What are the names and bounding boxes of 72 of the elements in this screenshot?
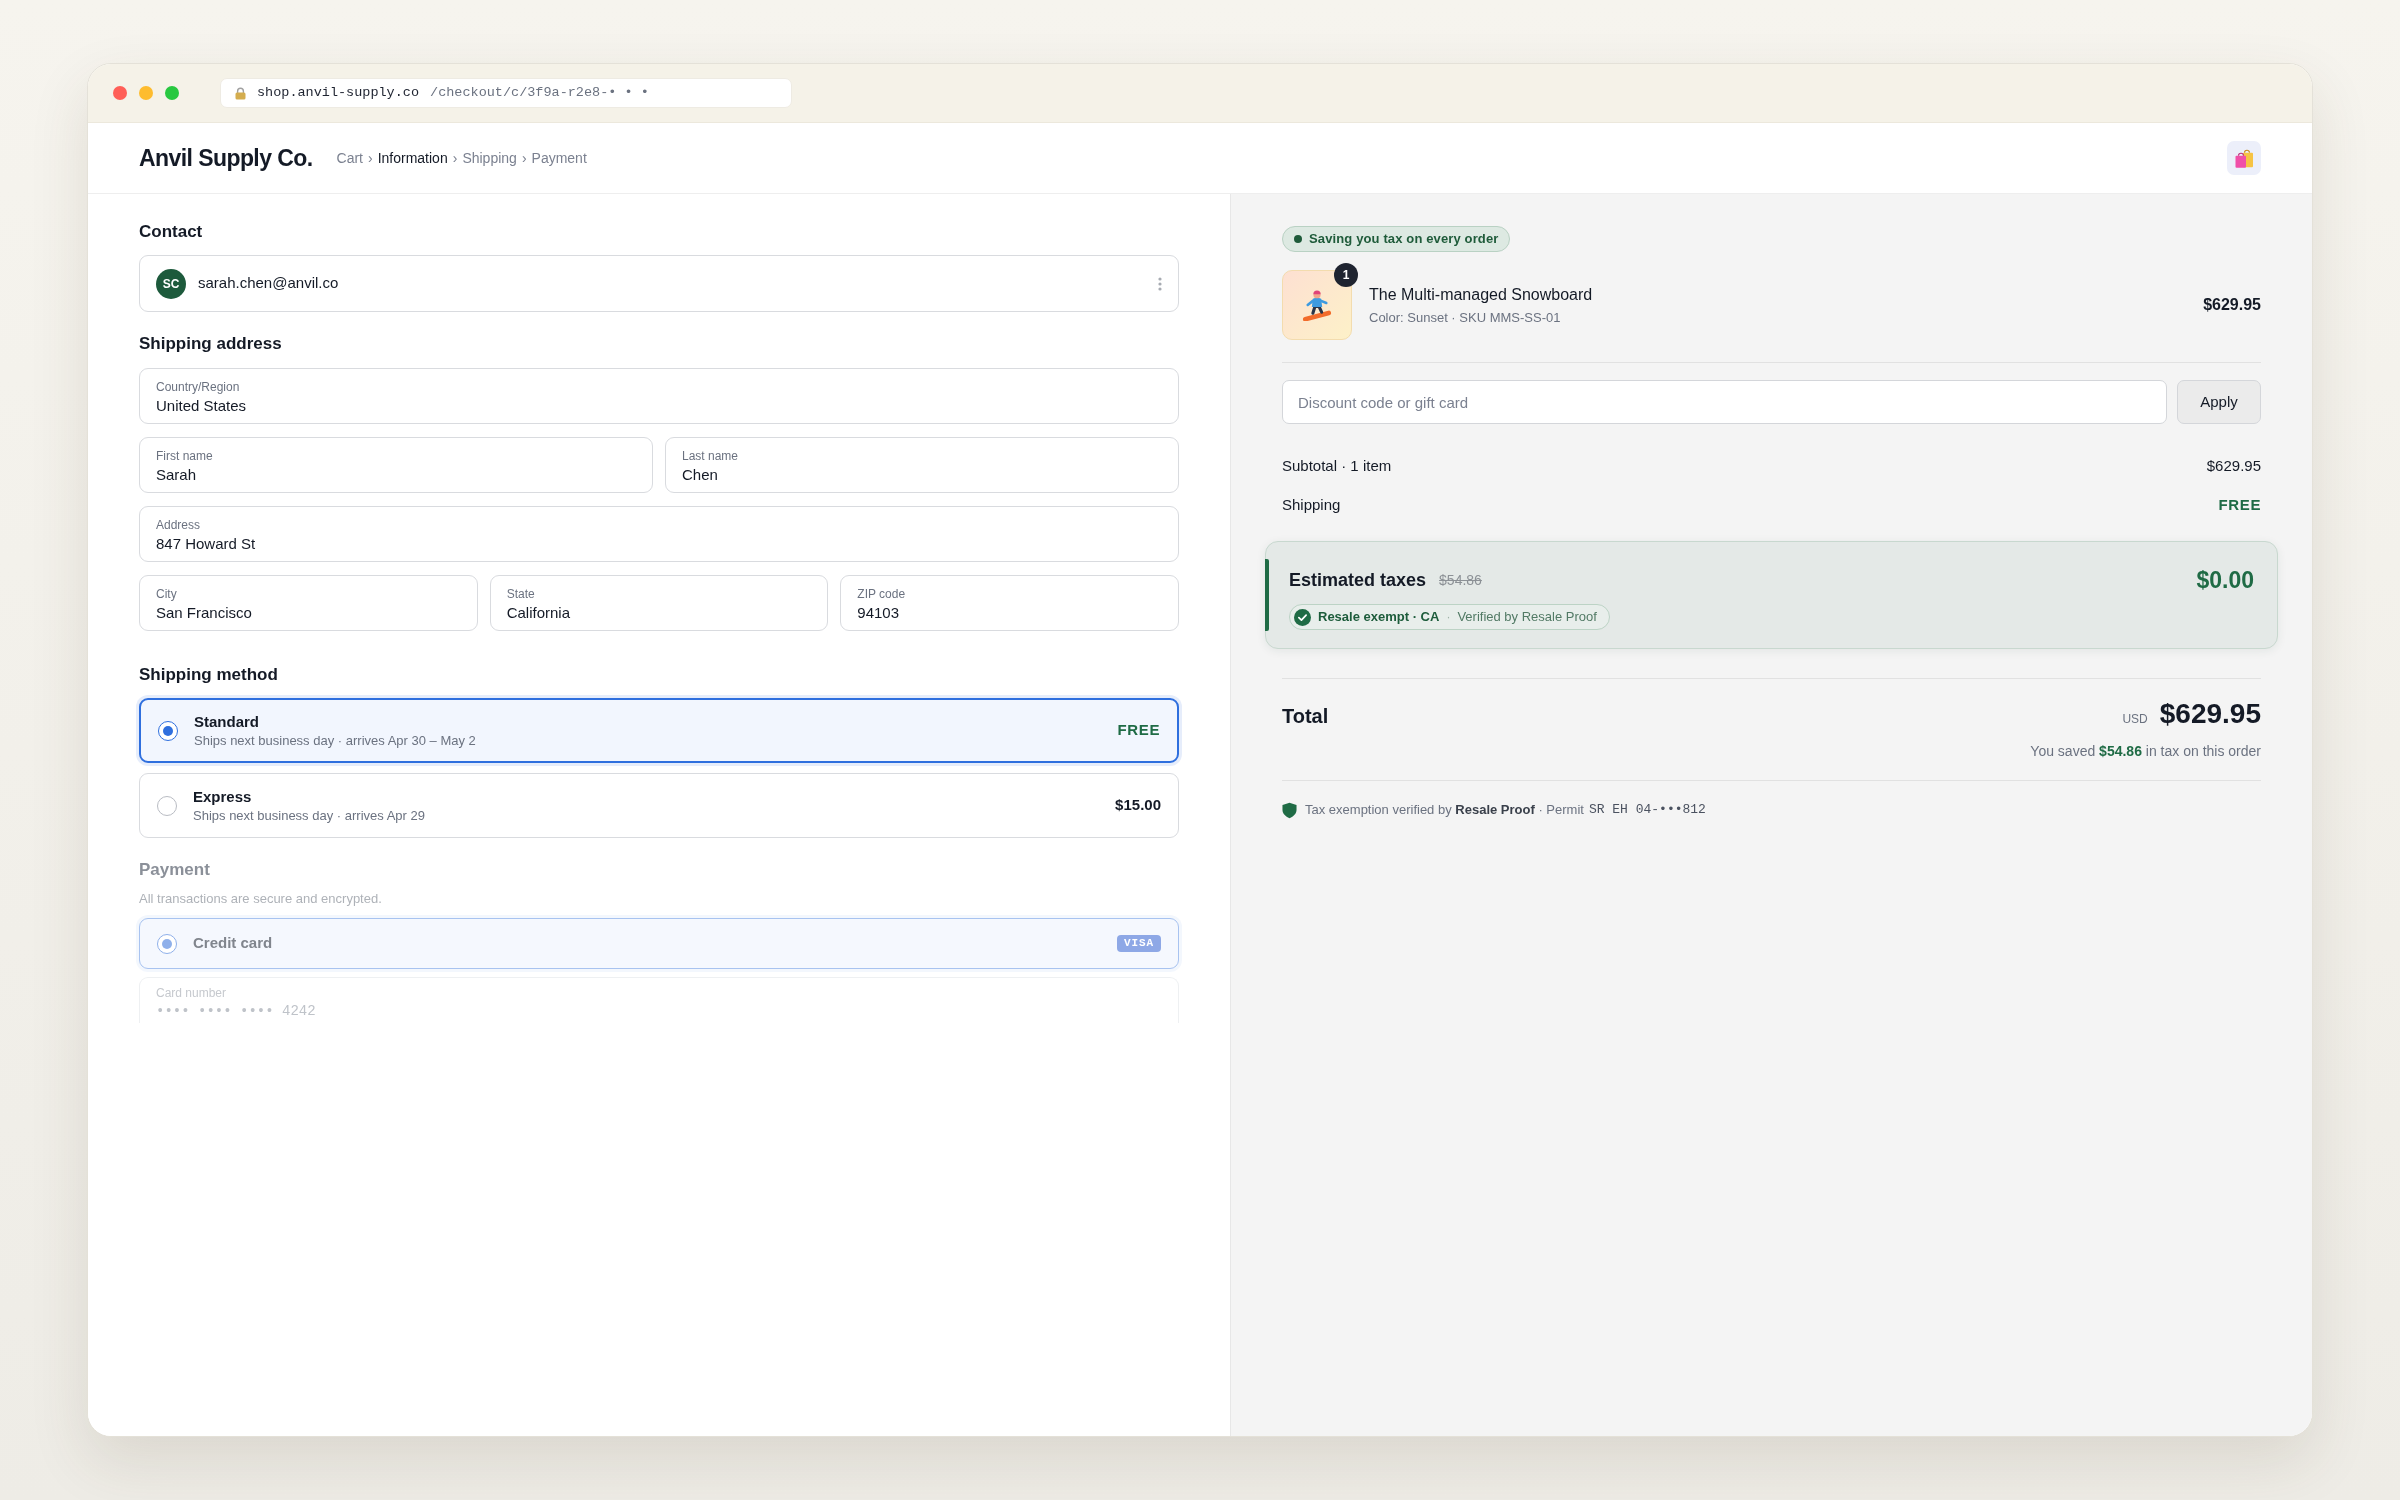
input-field[interactable]: ZIP code 94103	[840, 575, 1179, 631]
breadcrumb-link[interactable]: Information	[377, 147, 448, 169]
more-options-icon[interactable]	[1158, 276, 1162, 291]
padlock-icon	[235, 86, 246, 100]
breadcrumb-separator: ›	[452, 148, 458, 168]
product-name: The Multi-managed Snowboard	[1369, 284, 1593, 305]
radio-button[interactable]	[158, 720, 178, 741]
url-path: /checkout/c/3f9a-r2e8-• • •	[430, 83, 649, 102]
breadcrumb-link[interactable]: Shipping	[462, 147, 517, 169]
section-heading: Payment	[139, 859, 210, 881]
email-text: sarah.chen@anvil.co	[198, 273, 339, 294]
option-price: FREE	[1117, 720, 1160, 741]
shipping-option[interactable]: Express Ships next business day · arrives Apr 29 $15.00	[139, 773, 1179, 838]
email-field[interactable]: SC sarah.chen@anvil.co	[139, 255, 1179, 312]
option-name: Express	[193, 786, 253, 807]
option-detail: Ships next business day · arrives Apr 30 – May 2	[194, 731, 476, 750]
payment-note: All transactions are secure and encrypted.	[139, 890, 382, 908]
section-heading: Shipping method	[139, 664, 278, 686]
store-name: Anvil Supply Co.	[139, 143, 313, 173]
permit-number: SR EH 04-•••812	[1588, 801, 1706, 819]
summary-label: Subtotal · 1 item	[1282, 456, 1392, 476]
breadcrumb-link[interactable]: Cart	[336, 147, 363, 169]
tax-label: Estimated taxes	[1289, 568, 1427, 592]
check-circle-icon	[1294, 608, 1311, 626]
option-name: Standard	[194, 711, 260, 732]
input-field[interactable]: Country/Region United States	[139, 368, 1179, 424]
currency-code: USD	[2122, 711, 2148, 728]
minimize-window-icon[interactable]	[139, 86, 153, 100]
avatar: SC	[156, 268, 186, 299]
discount-field[interactable]: Discount code or gift card	[1282, 380, 2167, 424]
apply-button[interactable]: Apply	[2177, 380, 2261, 424]
input-field[interactable]: Address 847 Howard St	[139, 506, 1179, 562]
cart-button[interactable]	[2227, 141, 2261, 175]
breadcrumb-separator: ›	[368, 148, 373, 168]
address-bar[interactable]: shop.anvil-supply.co /checkout/c/3f9a-r2e8-• • •	[220, 78, 792, 108]
summary-value: FREE	[2218, 495, 2261, 515]
close-window-icon[interactable]	[113, 86, 127, 100]
original-tax: $54.86	[1439, 570, 1482, 590]
summary-value: $629.95	[2206, 456, 2261, 476]
shield-icon	[1282, 801, 1297, 819]
option-detail: Ships next business day · arrives Apr 29	[193, 806, 425, 825]
input-field[interactable]: Last name Chen	[665, 437, 1179, 493]
zoom-window-icon[interactable]	[165, 86, 179, 100]
verification-note: Tax exemption verified by Resale Proof · Permit	[1305, 801, 1584, 819]
option-name: Credit card	[193, 933, 273, 954]
chip-separator: ·	[1446, 609, 1451, 626]
input-field[interactable]: First name Sarah	[139, 437, 653, 493]
option-price: $15.00	[1115, 795, 1161, 816]
accent-bar	[1265, 559, 1269, 631]
breadcrumb-separator: ›	[521, 148, 527, 168]
summary-label: Shipping	[1282, 495, 1341, 515]
verifier-text: Verified by Resale Proof	[1457, 608, 1597, 627]
snowboarder-icon	[1300, 289, 1334, 321]
total-amount: $629.95	[2159, 697, 2261, 731]
section-heading: Contact	[139, 221, 203, 243]
savings-text: Saving you tax on every order	[1309, 230, 1499, 249]
card-brand-badge: VISA	[1117, 935, 1161, 952]
input-field[interactable]: State California	[489, 575, 829, 631]
radio-button[interactable]	[157, 795, 177, 816]
quantity-badge: 1	[1334, 263, 1358, 287]
url-host: shop.anvil-supply.co	[257, 83, 420, 102]
shopping-bags-icon	[2234, 148, 2254, 168]
product-price: $629.95	[2203, 295, 2261, 315]
shipping-option[interactable]: Standard Ships next business day · arrives Apr 30 – May 2 FREE	[139, 698, 1179, 763]
tax-amount: $0.00	[2196, 565, 2254, 595]
exemption-text: Resale exempt · CA	[1318, 608, 1440, 627]
section-heading: Shipping address	[139, 333, 282, 355]
total-label: Total	[1282, 704, 1329, 729]
product-variant: Color: Sunset · SKU MMS-SS-01	[1369, 308, 1562, 327]
input-field[interactable]: City San Francisco	[139, 575, 478, 631]
breadcrumb-link[interactable]: Payment	[531, 147, 587, 169]
savings-note: You saved $54.86 in tax on this order	[2030, 742, 2261, 761]
